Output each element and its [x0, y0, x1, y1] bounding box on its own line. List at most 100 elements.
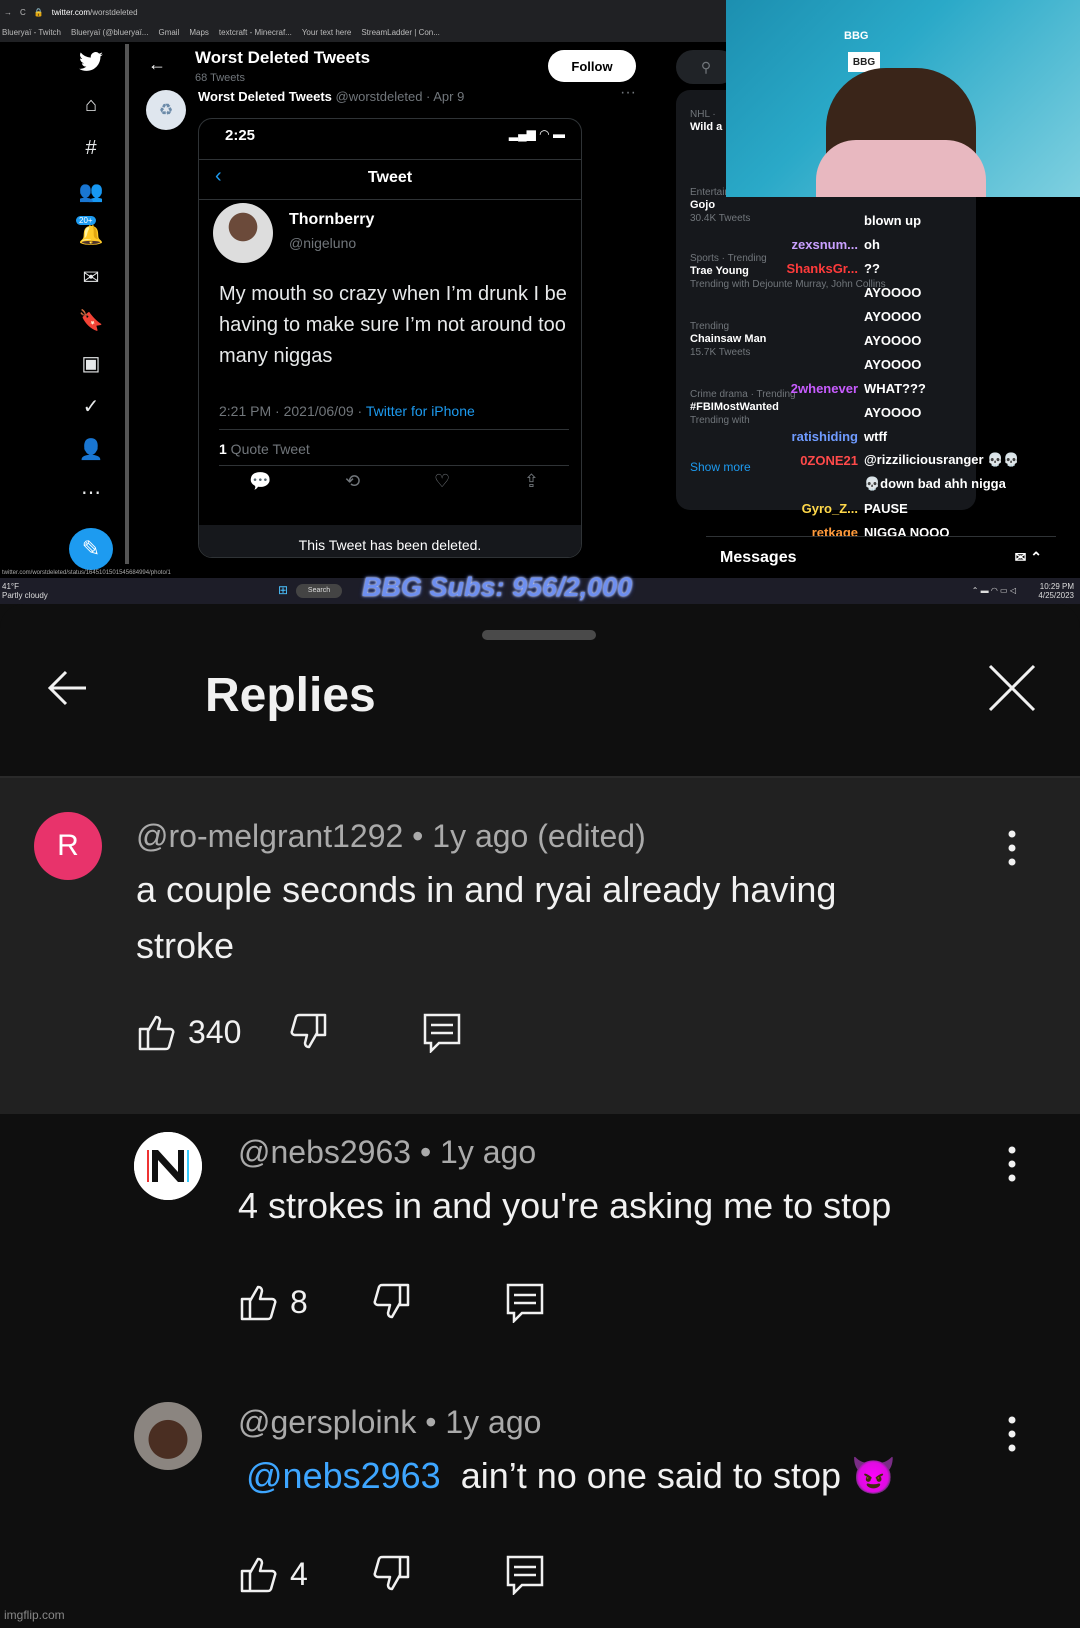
comment-author[interactable]: @gersploink: [238, 1404, 416, 1440]
follow-button[interactable]: Follow: [548, 50, 636, 82]
comment-meta: @ro-melgrant1292 • 1y ago (edited): [136, 818, 646, 854]
reply-icon[interactable]: [504, 1553, 546, 1597]
webcam-banner: BBG: [844, 30, 869, 42]
comment-text: 4 strokes in and you're asking me to sto…: [238, 1185, 892, 1226]
comment-author[interactable]: @nebs2963: [238, 1134, 411, 1170]
expand-up-icon[interactable]: ⌃: [1030, 549, 1042, 565]
chat-username[interactable]: Gyro_Z...: [736, 501, 864, 516]
comment-text: a couple seconds in and ryai already hav…: [136, 869, 837, 966]
chat-message: AYOOOO: [736, 400, 1056, 424]
chat-username[interactable]: ShanksGr...: [736, 261, 864, 276]
profile-title: Worst Deleted Tweets: [195, 48, 371, 67]
notifications-icon[interactable]: 20+ 🔔: [76, 216, 104, 247]
browser-toolbar: → C 🔒 twitter.com/worstdeleted Blueryaï …: [0, 0, 726, 42]
bookmarks-icon[interactable]: 🔖: [78, 308, 104, 333]
messages-icon[interactable]: ✉: [78, 265, 104, 290]
more-icon[interactable]: ⋯: [78, 480, 104, 505]
comment-age: 1y ago: [440, 1134, 537, 1170]
dislike-icon[interactable]: [287, 1011, 329, 1053]
bookmark-item[interactable]: Maps: [189, 28, 209, 37]
replies-sheet: Replies R @ro-melgrant1292 • 1y ago (edi…: [0, 604, 1080, 1628]
home-icon[interactable]: ⌂: [78, 93, 104, 118]
bookmark-item[interactable]: textcraft - Minecraf...: [219, 28, 292, 37]
chat-text: oh: [864, 236, 880, 252]
more-options-icon[interactable]: [1002, 1144, 1022, 1184]
close-icon[interactable]: [984, 660, 1040, 716]
like-icon[interactable]: [136, 1011, 178, 1053]
tweet-author-handle: @nigeluno: [289, 235, 357, 251]
like-count: 8: [290, 1283, 308, 1320]
post-more-icon[interactable]: ···: [620, 84, 636, 102]
dislike-icon[interactable]: [370, 1553, 412, 1595]
chat-username[interactable]: zexsnum...: [736, 237, 864, 252]
page-scrollbar[interactable]: [125, 44, 129, 564]
comment-mention[interactable]: @nebs2963: [246, 1455, 441, 1496]
chat-message: AYOOOO: [736, 352, 1056, 376]
account-avatar[interactable]: ♻: [146, 90, 186, 130]
chat-message: 💀down bad ahh nigga: [736, 472, 1056, 496]
twitter-blue-icon[interactable]: ▣: [78, 351, 104, 376]
tweet-count: 68 Tweets: [195, 72, 245, 84]
bookmark-item[interactable]: Blueryaï - Twitch: [2, 28, 61, 37]
notification-badge: 20+: [76, 216, 96, 226]
system-tray-icons[interactable]: ⌃ ▬ ◠ ▭ ◁: [972, 586, 1016, 595]
chat-message: AYOOOO: [736, 280, 1056, 304]
drag-handle[interactable]: [482, 630, 596, 640]
taskbar-clock[interactable]: 10:29 PM 4/25/2023: [1038, 582, 1074, 600]
chat-text: AYOOOO: [864, 308, 922, 324]
weather-widget[interactable]: 41°F Partly cloudy: [2, 582, 48, 600]
new-message-icon[interactable]: ✉: [1015, 549, 1027, 565]
chat-username[interactable]: 2whenever: [736, 381, 864, 396]
compose-tweet-button[interactable]: ✎: [69, 527, 113, 570]
like-icon[interactable]: [238, 1553, 280, 1595]
chat-message: AYOOOO: [736, 328, 1056, 352]
post-author[interactable]: Worst Deleted Tweets: [198, 89, 332, 104]
back-arrow-icon[interactable]: ←: [148, 54, 166, 75]
bookmark-item[interactable]: StreamLadder | Con...: [361, 28, 440, 37]
chat-text: 💀down bad ahh nigga: [864, 476, 1006, 491]
chat-username[interactable]: 0ZONE21: [736, 453, 864, 468]
comment-author[interactable]: @ro-melgrant1292: [136, 818, 403, 854]
messages-drawer[interactable]: Messages ✉ ⌃: [706, 536, 1056, 576]
profile-icon[interactable]: 👤: [78, 437, 104, 462]
chat-text: AYOOOO: [864, 284, 922, 300]
reply-icon[interactable]: [421, 1011, 463, 1055]
twitter-bird-icon[interactable]: [78, 50, 104, 75]
avatar[interactable]: [134, 1402, 202, 1470]
like-icon[interactable]: [238, 1281, 280, 1323]
chat-text: wtff: [864, 428, 888, 444]
comment-text: @nebs2963 ain’t no one said to stop 😈: [246, 1455, 896, 1496]
communities-icon[interactable]: 👥: [78, 179, 104, 204]
chat-message: AYOOOO: [736, 304, 1056, 328]
more-options-icon[interactable]: [1002, 828, 1022, 868]
verified-icon[interactable]: ✓: [78, 394, 104, 419]
reload-icon[interactable]: C: [20, 8, 26, 17]
avatar[interactable]: [134, 1132, 202, 1200]
tweet-screenshot[interactable]: 2:25 ▂▄▆ ◠ ▬ ‹ Tweet Thornberry @nigelun…: [198, 118, 582, 558]
avatar[interactable]: R: [34, 812, 102, 880]
status-url: twitter.com/worstdeleted/status/16451015…: [2, 570, 171, 576]
trend-item[interactable]: NHL · Wild a: [690, 108, 722, 134]
post-meta: Worst Deleted Tweets @worstdeleted · Apr…: [198, 89, 464, 104]
chat-text: WHAT???: [864, 380, 926, 396]
dislike-icon[interactable]: [370, 1281, 412, 1323]
bookmark-item[interactable]: Blueryaï (@blueryaï...: [71, 28, 148, 37]
back-arrow-icon[interactable]: [40, 660, 96, 716]
explore-hashtag-icon[interactable]: #: [78, 136, 104, 161]
chat-username[interactable]: ratishiding: [736, 429, 864, 444]
more-options-icon[interactable]: [1002, 1414, 1022, 1454]
comment-age: 1y ago (edited): [432, 818, 646, 854]
bookmark-item[interactable]: Your text here: [302, 28, 352, 37]
reply-icon[interactable]: [504, 1281, 546, 1325]
address-bar[interactable]: → C 🔒 twitter.com/worstdeleted: [4, 4, 138, 20]
phone-time: 2:25: [225, 127, 256, 144]
comment-age: 1y ago: [445, 1404, 542, 1440]
windows-start-icon[interactable]: ⊞: [278, 584, 290, 596]
tweet-source: Twitter for iPhone: [365, 403, 475, 419]
taskbar-search[interactable]: Search: [296, 584, 342, 598]
back-arrow-icon[interactable]: →: [4, 8, 12, 17]
tweet-screen-title: Tweet: [367, 169, 413, 186]
bookmark-item[interactable]: Gmail: [158, 28, 179, 37]
tweet-author-name: Thornberry: [289, 211, 375, 228]
twitter-nav: ⌂ # 👥 20+ 🔔 ✉ 🔖 ▣ ✓ 👤 ⋯ ✎: [60, 50, 122, 570]
